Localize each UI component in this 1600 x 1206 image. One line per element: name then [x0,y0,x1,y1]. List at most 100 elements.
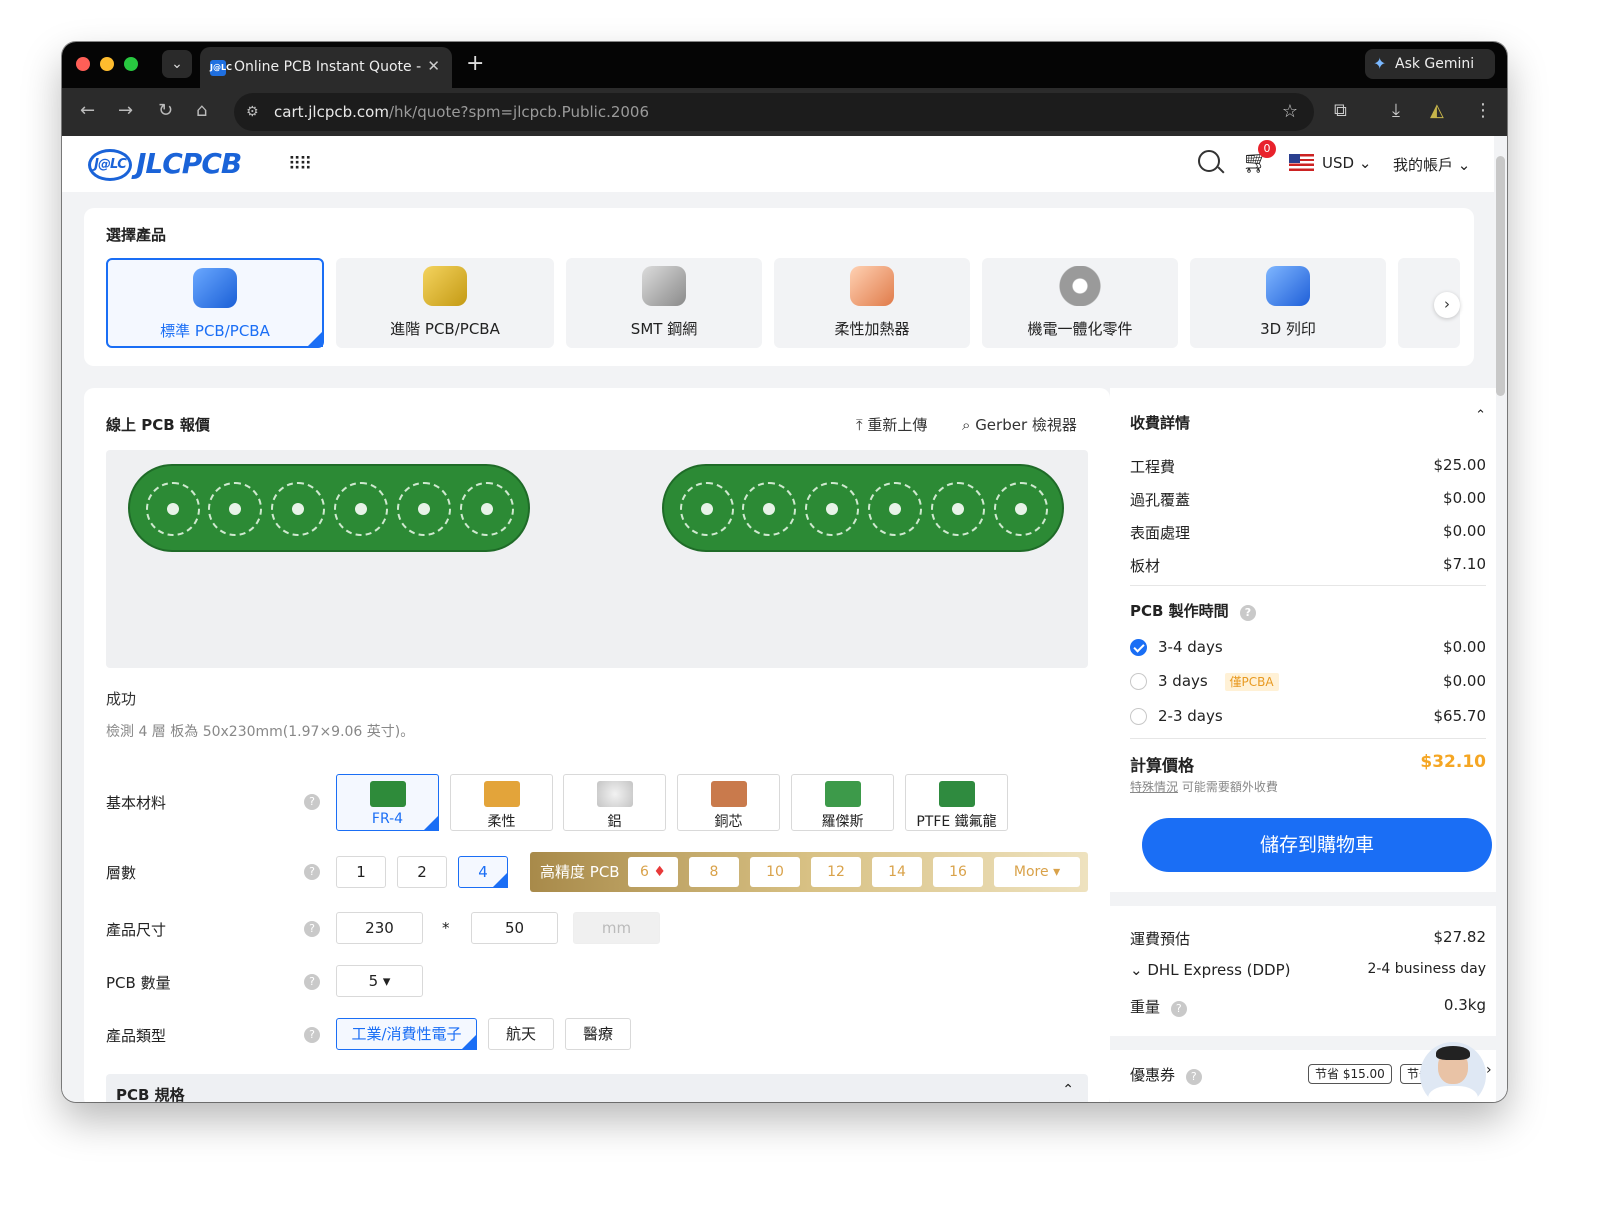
carrier-name: DHL Express (DDP) [1147,961,1291,979]
special-case-link[interactable]: 特殊情況 [1130,780,1178,794]
type-medical[interactable]: 醫療 [565,1018,631,1050]
tab-search-chevron-icon[interactable]: ⌄ [162,50,192,78]
carrier-row[interactable]: ⌄ DHL Express (DDP) 2-4 business day [1130,961,1486,979]
product-3d-printing[interactable]: 3D 列印 [1190,258,1386,348]
high-precision-pcb-row: 高精度 PCB 6 ♦ 8 10 12 14 16 More ▾ [530,852,1088,892]
browser-tab[interactable]: J@LC Online PCB Instant Quote - JLCPCB ✕ [200,47,452,88]
pcb-blue-chip-icon [193,268,237,308]
help-icon[interactable]: ? [1170,1001,1187,1017]
reupload-button[interactable]: ⤒ 重新上傳 [856,414,927,435]
layer-2[interactable]: 2 [397,856,447,888]
save-to-cart-button[interactable]: 儲存到購物車 [1142,818,1492,872]
chevron-right-icon[interactable]: › [1434,292,1460,318]
download-icon[interactable]: ⤓ [1392,100,1400,121]
fr4-board-icon [370,781,406,807]
footprint-ring [271,482,325,536]
forward-arrow-icon[interactable]: → [118,100,133,121]
unit-select[interactable]: mm [573,912,660,944]
coupon-15[interactable]: 节省 $15.00 [1308,1064,1392,1084]
site-settings-icon[interactable]: ⚙ [246,93,259,131]
material-rogers[interactable]: 羅傑斯 [791,774,894,831]
calc-label: 計算價格 [1130,756,1195,775]
help-icon[interactable]: ? [304,921,320,937]
collapse-chevron-icon[interactable]: ⌃ [1475,408,1486,423]
length-input[interactable]: 230 [336,912,423,944]
help-icon[interactable]: ? [1239,605,1256,621]
detect-result: 檢測 4 層 板為 50x230mm(1.97×9.06 英寸)。 [106,724,415,740]
footprint-ring [742,482,796,536]
qty-select[interactable]: 5 ▾ [336,965,423,997]
close-tab-icon[interactable]: ✕ [427,57,440,75]
build-3-days-radio[interactable] [1130,673,1147,690]
layer-8[interactable]: 8 [689,857,739,887]
qty-label: PCB 數量 [106,974,171,992]
ask-gemini-button[interactable]: ✦ Ask Gemini [1365,49,1495,79]
material-fr4[interactable]: FR-4 [336,774,439,831]
url-bar[interactable]: ⚙ cart.jlcpcb.com/hk/quote?spm=jlcpcb.Pu… [234,93,1314,131]
caret-down-icon: ▾ [1053,864,1061,880]
help-icon[interactable]: ? [1185,1069,1202,1085]
product-advanced-pcb[interactable]: 進階 PCB/PCBA [336,258,554,348]
account-menu[interactable]: 我的帳戶 ⌄ [1393,154,1470,175]
help-icon[interactable]: ? [304,1027,320,1043]
upload-status: 成功 [106,690,137,708]
product-smt-stencil[interactable]: SMT 鋼網 [566,258,762,348]
product-mechatronic-parts[interactable]: 機電一體化零件 [982,258,1178,348]
search-icon[interactable] [1198,150,1220,172]
menu-kebab-icon[interactable]: ⋮ [1474,100,1492,121]
chevron-down-icon: ⌄ [1358,154,1372,172]
layer-1[interactable]: 1 [336,856,386,888]
back-arrow-icon[interactable]: ← [80,100,95,121]
shipping-estimate: 運費預估 $27.82 [1130,928,1486,949]
bookmark-star-icon[interactable]: ☆ [1282,93,1298,131]
build-3-4-days-radio[interactable] [1130,639,1147,656]
gerber-preview[interactable] [106,450,1088,668]
close-window-button[interactable] [76,57,90,71]
material-ptfe[interactable]: PTFE 鐵氟龍 [905,774,1008,831]
layer-14[interactable]: 14 [872,857,922,887]
profile-avatar-icon[interactable]: ◭ [1430,100,1444,121]
support-agent-avatar[interactable] [1420,1042,1486,1102]
help-icon[interactable]: ? [304,794,320,810]
width-input[interactable]: 50 [471,912,558,944]
type-aerospace[interactable]: 航天 [488,1018,554,1050]
currency-selector[interactable]: USD ⌄ [1322,154,1371,172]
material-copper-core[interactable]: 銅芯 [677,774,780,831]
reload-icon[interactable]: ↻ [158,100,173,121]
build-2-3-days-radio[interactable] [1130,708,1147,725]
help-icon[interactable]: ? [304,974,320,990]
address-toolbar: ← → ↻ ⌂ ⚙ cart.jlcpcb.com/hk/quote?spm=j… [62,88,1507,136]
summary-title: 收費詳情 [1130,414,1191,432]
page-scrollbar[interactable] [1496,156,1505,396]
quote-title: 線上 PCB 報價 [106,416,210,434]
layer-10[interactable]: 10 [750,857,800,887]
help-icon[interactable]: ? [304,864,320,880]
jlcpcb-logo[interactable]: J@LC JLCPCB [88,146,242,182]
weight-label: 重量 [1130,998,1161,1016]
minimize-window-button[interactable] [100,57,114,71]
product-label: 進階 PCB/PCBA [390,320,500,338]
material-flex[interactable]: 柔性 [450,774,553,831]
gerber-viewer-button[interactable]: ⌕ Gerber 檢視器 [962,414,1077,435]
zoom-window-button[interactable] [124,57,138,71]
more-layers-dropdown[interactable]: More ▾ [994,857,1080,887]
type-industrial[interactable]: 工業/消費性電子 [336,1018,477,1050]
product-standard-pcb[interactable]: 標準 PCB/PCBA [106,258,324,348]
product-flex-heater[interactable]: 柔性加熱器 [774,258,970,348]
fee-board-material: 板材 $7.10 [1130,555,1486,576]
footprint-ring [805,482,859,536]
home-icon[interactable]: ⌂ [196,100,207,121]
special-note-text: 可能需要額外收費 [1181,780,1278,794]
layer-6[interactable]: 6 ♦ [628,857,678,887]
material-aluminum[interactable]: 鋁 [563,774,666,831]
apps-grid-icon[interactable]: ⠿⠿ [288,154,312,175]
new-tab-plus-icon[interactable]: + [466,51,484,76]
layer-16[interactable]: 16 [933,857,983,887]
pcb-spec-section-header[interactable]: PCB 規格 ⌃ [106,1074,1088,1102]
chevron-right-icon[interactable]: › [1486,1062,1492,1078]
extensions-puzzle-icon[interactable]: ⧉ [1334,100,1347,121]
layer-4[interactable]: 4 [458,856,508,888]
times-sign: * [442,919,450,937]
layer-12[interactable]: 12 [811,857,861,887]
shipping-label: 運費預估 [1130,930,1191,948]
